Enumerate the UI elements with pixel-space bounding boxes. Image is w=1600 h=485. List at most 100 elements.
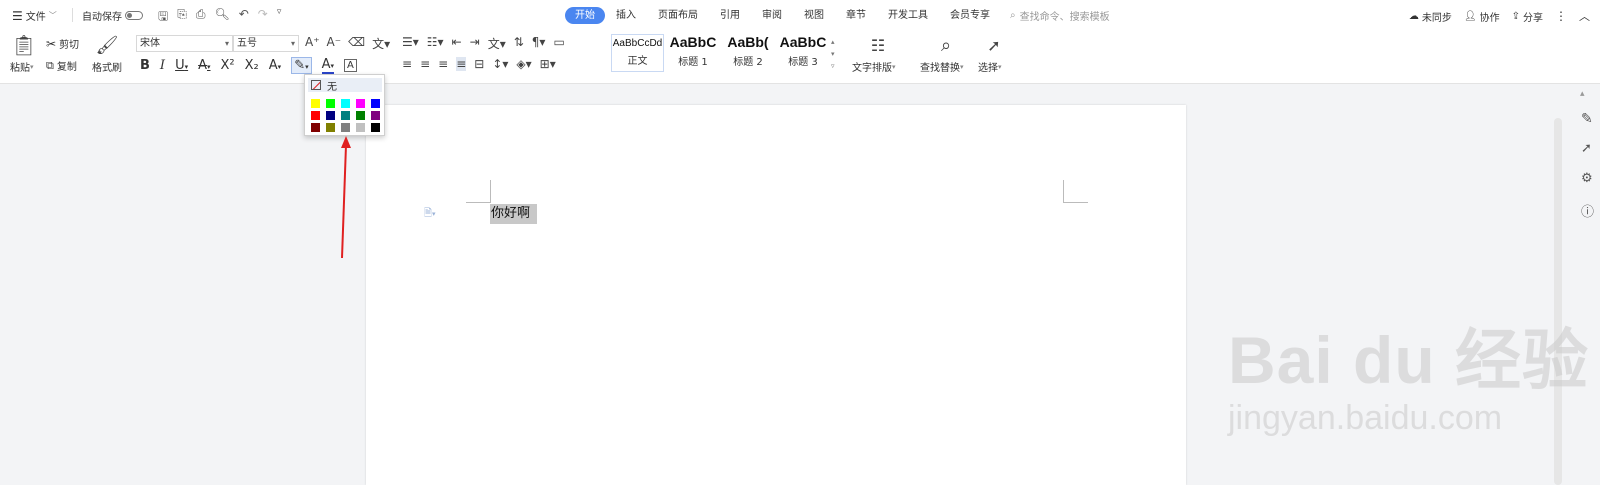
no-color-option[interactable]: 无 (308, 78, 382, 93)
print-preview-icon[interactable]: 🔍︎ (214, 7, 229, 28)
grow-font-icon[interactable]: A⁺ (305, 35, 320, 52)
format-painter-icon[interactable]: 🖌︎ (96, 33, 119, 57)
color-swatch[interactable] (311, 123, 320, 132)
style-heading-1[interactable]: AaBbC 标题 1 (667, 34, 719, 72)
paragraph-menu-icon[interactable]: 🗎︎▾ (424, 206, 436, 223)
superscript-icon[interactable]: X² (221, 58, 235, 73)
find-replace-button[interactable]: 查找替换 ▾ (920, 59, 964, 75)
color-swatch[interactable] (326, 111, 335, 120)
sync-button[interactable]: ☁ 未同步 (1409, 9, 1452, 24)
cut-button[interactable]: ✂ 剪切 (46, 36, 80, 52)
align-left-icon[interactable]: ≡ (402, 57, 412, 71)
text-effect-icon[interactable]: A▾ (269, 58, 281, 73)
print-icon[interactable]: ⎙ (196, 7, 206, 28)
more-icon[interactable]: ⋮ (1555, 9, 1567, 23)
bold-icon[interactable]: B (140, 58, 150, 73)
collapse-ribbon-icon[interactable]: ︿ (1579, 8, 1590, 24)
highlight-color-button[interactable]: ✎▾ (291, 57, 312, 74)
autosave-toggle[interactable]: 自动保存 (82, 8, 143, 23)
color-swatch[interactable] (371, 111, 380, 120)
increase-indent-icon[interactable]: ⇥ (470, 35, 480, 52)
borders-icon[interactable]: ⊞▾ (540, 57, 556, 71)
tab-insert[interactable]: 插入 (605, 7, 647, 24)
distribute-icon[interactable]: ⊟ (474, 57, 484, 71)
text-layout-icon[interactable]: ☷ (866, 33, 890, 57)
color-swatch[interactable] (371, 99, 380, 108)
export-icon[interactable]: ⎘ (177, 7, 187, 28)
justify-icon[interactable]: ≡ (456, 57, 467, 71)
paste-icon[interactable]: 📋︎ (10, 33, 38, 57)
tab-references[interactable]: 引用 (709, 7, 751, 24)
show-marks-icon[interactable]: ¶▾ (532, 35, 546, 52)
chinese-layout-icon[interactable]: 文▾ (488, 35, 506, 52)
subscript-icon[interactable]: X₂ (245, 58, 259, 73)
color-swatch[interactable] (356, 111, 365, 120)
tab-chapter[interactable]: 章节 (835, 7, 877, 24)
color-swatch[interactable] (326, 99, 335, 108)
ruler-icon[interactable]: ▭ (553, 35, 564, 52)
customize-toolbar-icon[interactable]: ▿ (277, 7, 282, 28)
phonetic-icon[interactable]: 文▾ (372, 35, 390, 52)
numbered-list-icon[interactable]: ☷▾ (427, 35, 444, 52)
pen-icon[interactable]: ✎ (1581, 111, 1593, 127)
font-name-select[interactable]: 宋体 ▾ (136, 35, 233, 52)
color-swatch[interactable] (356, 123, 365, 132)
font-size-select[interactable]: 五号 ▾ (233, 35, 299, 52)
font-color-icon[interactable]: A▾ (321, 57, 335, 74)
sliders-icon[interactable]: ⚙ (1581, 171, 1593, 186)
style-heading-2[interactable]: AaBb( 标题 2 (722, 34, 774, 72)
shrink-font-icon[interactable]: A⁻ (327, 35, 342, 52)
italic-icon[interactable]: I (160, 58, 165, 73)
cursor-icon[interactable]: ➚ (1581, 141, 1592, 156)
style-heading-3[interactable]: AaBbC 标题 3 (777, 34, 829, 72)
cut-label: 剪切 (59, 40, 80, 51)
sort-icon[interactable]: ⇅ (514, 35, 524, 52)
color-swatch[interactable] (311, 99, 320, 108)
tab-home[interactable]: 开始 (565, 7, 605, 24)
paste-button[interactable]: 粘贴 ▾ (10, 59, 34, 75)
document-page[interactable]: 🗎︎▾ 你好啊 (366, 105, 1186, 485)
color-swatch[interactable] (311, 111, 320, 120)
tab-developer[interactable]: 开发工具 (877, 7, 939, 24)
style-normal[interactable]: AaBbCcDd 正文 (611, 34, 664, 72)
select-button[interactable]: 选择 ▾ (978, 59, 1002, 75)
line-spacing-icon[interactable]: ↕▾ (492, 57, 508, 71)
command-search[interactable]: ⌕ 查找命令、搜索模板 (1010, 8, 1110, 23)
tab-view[interactable]: 视图 (793, 7, 835, 24)
strikethrough-icon[interactable]: A▾ (198, 58, 210, 73)
tab-member[interactable]: 会员专享 (939, 7, 1001, 24)
collab-button[interactable]: 👤︎ 协作 (1464, 9, 1500, 24)
save-icon[interactable]: 🖫 (158, 7, 168, 28)
copy-button[interactable]: ⧉ 复制 (46, 58, 77, 74)
align-right-icon[interactable]: ≡ (438, 57, 448, 71)
styles-scroll[interactable]: ▴ ▾ ▿ (831, 36, 835, 72)
panel-up-icon[interactable]: ▴ (1580, 89, 1585, 99)
color-swatch[interactable] (371, 123, 380, 132)
clear-format-icon[interactable]: ⌫ (348, 35, 365, 52)
color-swatch[interactable] (341, 99, 350, 108)
selected-text[interactable]: 你好啊 (490, 204, 538, 224)
char-border-icon[interactable]: A (344, 59, 357, 72)
file-menu-button[interactable]: ☰ 文件 ﹀ (12, 8, 57, 24)
shading-icon[interactable]: ◈▾ (516, 57, 531, 71)
tab-page-layout[interactable]: 页面布局 (647, 7, 709, 24)
redo-icon[interactable]: ↷ (258, 7, 268, 28)
undo-icon[interactable]: ↶ (239, 7, 249, 28)
format-painter-button[interactable]: 格式刷 (92, 59, 122, 74)
find-icon[interactable]: ⌕ (934, 33, 958, 57)
style-name: 标题 2 (733, 57, 763, 68)
align-center-icon[interactable]: ≡ (420, 57, 430, 71)
color-swatch[interactable] (341, 123, 350, 132)
decrease-indent-icon[interactable]: ⇤ (452, 35, 462, 52)
text-layout-button[interactable]: 文字排版 ▾ (852, 59, 896, 75)
tab-review[interactable]: 审阅 (751, 7, 793, 24)
watermark-logo: Bai du 经验 (1228, 323, 1590, 397)
color-swatch[interactable] (326, 123, 335, 132)
color-swatch[interactable] (356, 99, 365, 108)
color-swatch[interactable] (341, 111, 350, 120)
bullet-list-icon[interactable]: ☰▾ (402, 35, 419, 52)
share-button[interactable]: ⇪ 分享 (1512, 9, 1543, 24)
underline-icon[interactable]: U▾ (175, 58, 188, 73)
help-icon[interactable]: ⓘ (1581, 201, 1594, 220)
select-cursor-icon[interactable]: ➚ (982, 33, 1006, 57)
